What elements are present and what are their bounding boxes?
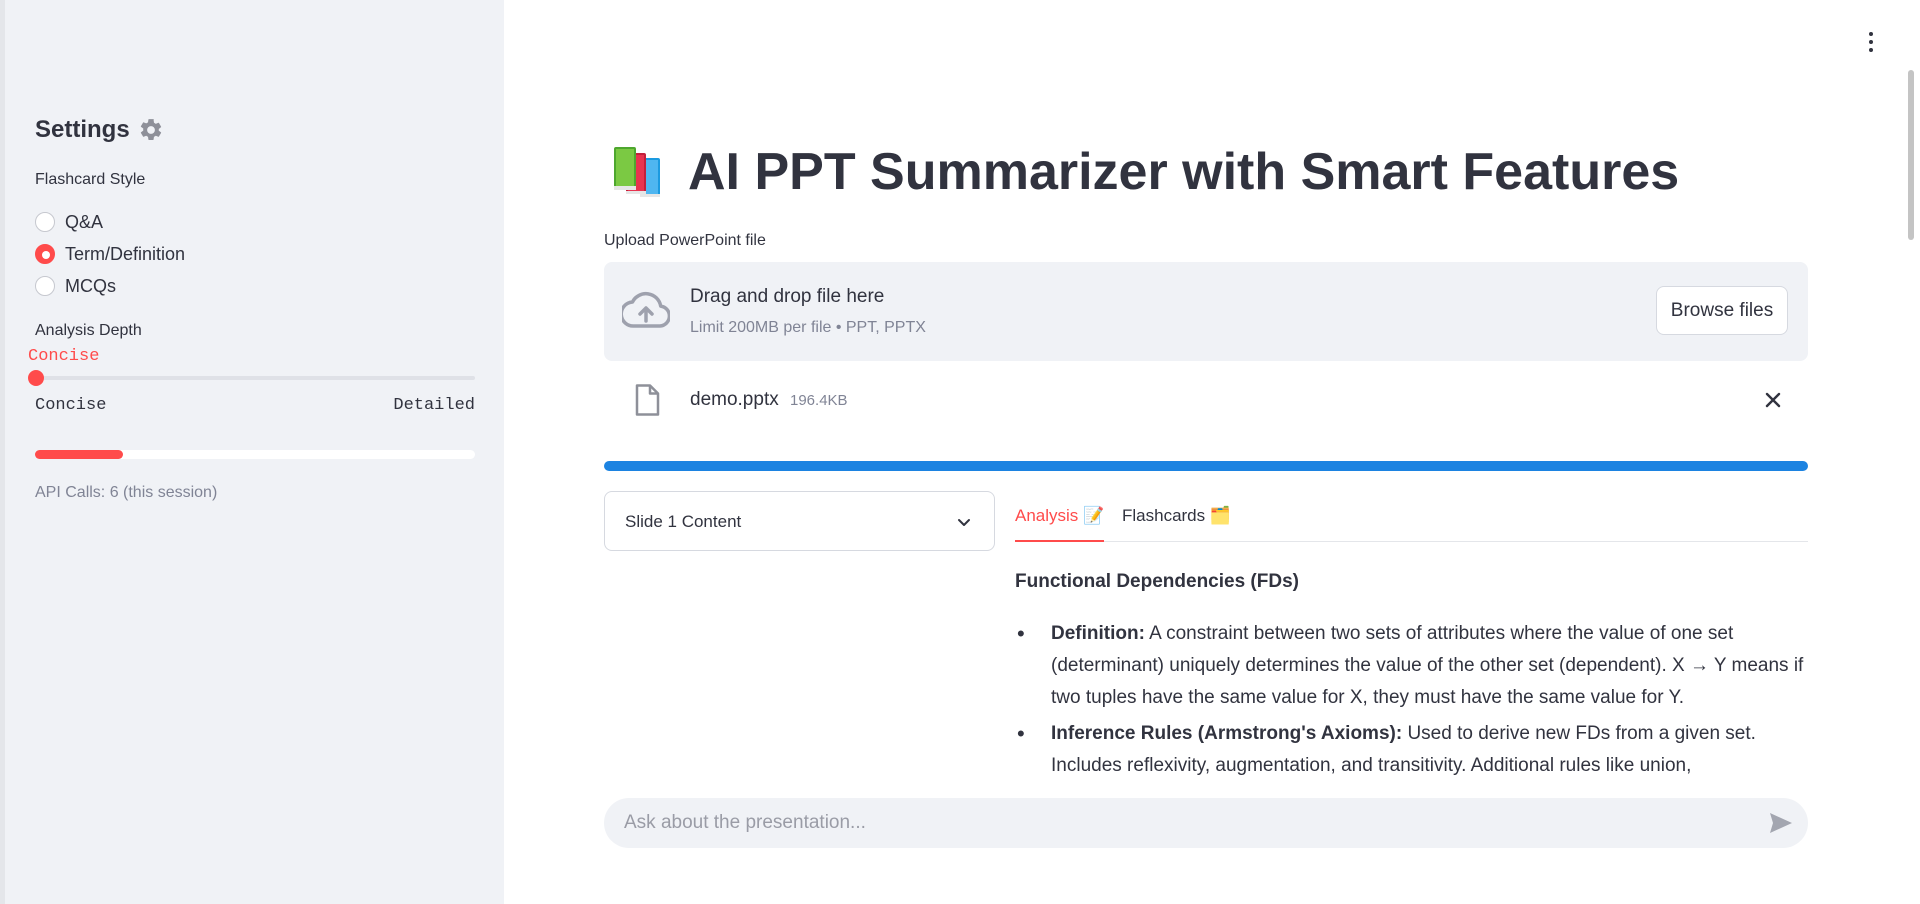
list-item-text: A constraint between two sets of attribu… <box>1051 623 1804 708</box>
dropzone-title: Drag and drop file here <box>690 286 885 307</box>
slide-select-value: Slide 1 Content <box>625 512 742 531</box>
analysis-depth-slider-track[interactable] <box>35 376 475 380</box>
radio-circle[interactable] <box>35 212 55 232</box>
chevron-down-icon <box>958 519 970 526</box>
upload-label: Upload PowerPoint file <box>604 232 766 249</box>
sidebar-title: Settings <box>35 116 164 144</box>
list-item-term: Definition: <box>1051 623 1145 644</box>
chat-input[interactable] <box>624 798 1724 848</box>
radio-circle-selected[interactable] <box>35 244 55 264</box>
file-dropzone[interactable]: Drag and drop file here Limit 200MB per … <box>604 262 1808 361</box>
tab-bar: Analysis 📝 Flashcards 🗂️ <box>1015 496 1808 542</box>
radio-option-label: MCQs <box>65 275 116 296</box>
list-item: Definition: A constraint between two set… <box>1015 618 1808 714</box>
gear-icon <box>140 119 161 140</box>
slider-current-value: Concise <box>28 347 100 366</box>
flashcard-style-label: Flashcard Style <box>35 171 146 188</box>
list-item-term: Inference Rules (Armstrong's Axioms): <box>1051 723 1403 744</box>
page-title-text: AI PPT Summarizer with Smart Features <box>688 143 1680 201</box>
radio-option-qa[interactable]: Q&A <box>35 206 185 238</box>
flashcard-style-radio-group: Q&A Term/Definition MCQs <box>35 206 185 302</box>
chat-input-bar <box>604 798 1808 848</box>
send-icon[interactable] <box>1768 811 1794 835</box>
close-icon[interactable] <box>1762 389 1784 411</box>
page-title: AI PPT Summarizer with Smart Features <box>610 142 1679 202</box>
uploaded-file-row: demo.pptx 196.4KB <box>604 380 1808 420</box>
scrollbar[interactable] <box>1908 70 1914 240</box>
slide-select[interactable]: Slide 1 Content <box>604 491 995 551</box>
file-name: demo.pptx <box>690 389 779 410</box>
analysis-panel: Functional Dependencies (FDs) Definition… <box>1015 566 1808 776</box>
usage-progress-fill <box>35 450 123 459</box>
dropzone-subtitle: Limit 200MB per file • PPT, PPTX <box>690 319 926 336</box>
usage-progress-bar <box>35 450 475 459</box>
radio-option-mcqs[interactable]: MCQs <box>35 270 185 302</box>
cloud-upload-icon <box>622 291 670 328</box>
main-area: AI PPT Summarizer with Smart Features Up… <box>504 0 1920 904</box>
sidebar: Settings Flashcard Style Q&A Term/Defini… <box>0 0 504 904</box>
slider-max-label: Detailed <box>393 396 475 415</box>
sidebar-title-text: Settings <box>35 116 130 143</box>
tab-analysis[interactable]: Analysis 📝 <box>1015 506 1105 542</box>
analysis-depth-label: Analysis Depth <box>35 322 142 339</box>
radio-option-label: Term/Definition <box>65 243 186 264</box>
radio-option-term-definition[interactable]: Term/Definition <box>35 238 185 270</box>
file-icon <box>635 384 660 416</box>
radio-circle[interactable] <box>35 276 55 296</box>
analysis-depth-slider-thumb[interactable] <box>28 370 44 386</box>
file-size: 196.4KB <box>790 392 848 409</box>
more-vert-icon[interactable] <box>1859 28 1883 56</box>
tab-flashcards[interactable]: Flashcards 🗂️ <box>1122 506 1231 542</box>
api-calls-text: API Calls: 6 (this session) <box>35 484 218 501</box>
upload-progress-bar <box>604 461 1808 471</box>
list-item: Inference Rules (Armstrong's Axioms): Us… <box>1015 718 1808 776</box>
books-icon <box>614 147 660 197</box>
slider-min-label: Concise <box>35 396 107 415</box>
analysis-heading: Functional Dependencies (FDs) <box>1015 571 1299 592</box>
analysis-list: Definition: A constraint between two set… <box>1015 618 1808 776</box>
radio-option-label: Q&A <box>65 211 104 232</box>
browse-files-button[interactable]: Browse files <box>1656 286 1788 335</box>
